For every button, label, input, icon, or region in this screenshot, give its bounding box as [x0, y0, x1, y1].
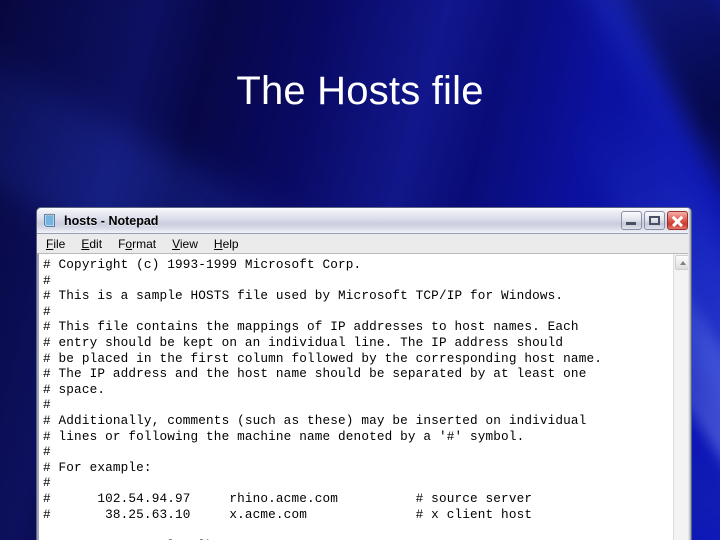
maximize-button[interactable]	[644, 211, 665, 230]
menu-item-format[interactable]: Format	[118, 237, 156, 251]
page-title: The Hosts file	[236, 68, 484, 113]
close-button[interactable]	[667, 211, 688, 230]
notepad-window: hosts - Notepad File Edit Format View He…	[36, 207, 692, 540]
menu-item-file[interactable]: File	[46, 237, 65, 251]
window-title-text: hosts - Notepad	[64, 213, 159, 228]
window-controls	[621, 211, 688, 230]
window-edge	[688, 208, 691, 540]
text-editor[interactable]: # Copyright (c) 1993-1999 Microsoft Corp…	[37, 254, 673, 540]
menu-item-edit[interactable]: Edit	[81, 237, 102, 251]
notepad-icon	[41, 212, 59, 230]
slide: The Hosts file hosts - Notepad File Edit…	[0, 0, 720, 540]
window-titlebar[interactable]: hosts - Notepad	[37, 208, 691, 234]
menu-item-help[interactable]: Help	[214, 237, 239, 251]
minimize-button[interactable]	[621, 211, 642, 230]
menubar: File Edit Format View Help	[37, 234, 691, 254]
menu-item-view[interactable]: View	[172, 237, 198, 251]
editor-area: # Copyright (c) 1993-1999 Microsoft Corp…	[37, 254, 691, 540]
